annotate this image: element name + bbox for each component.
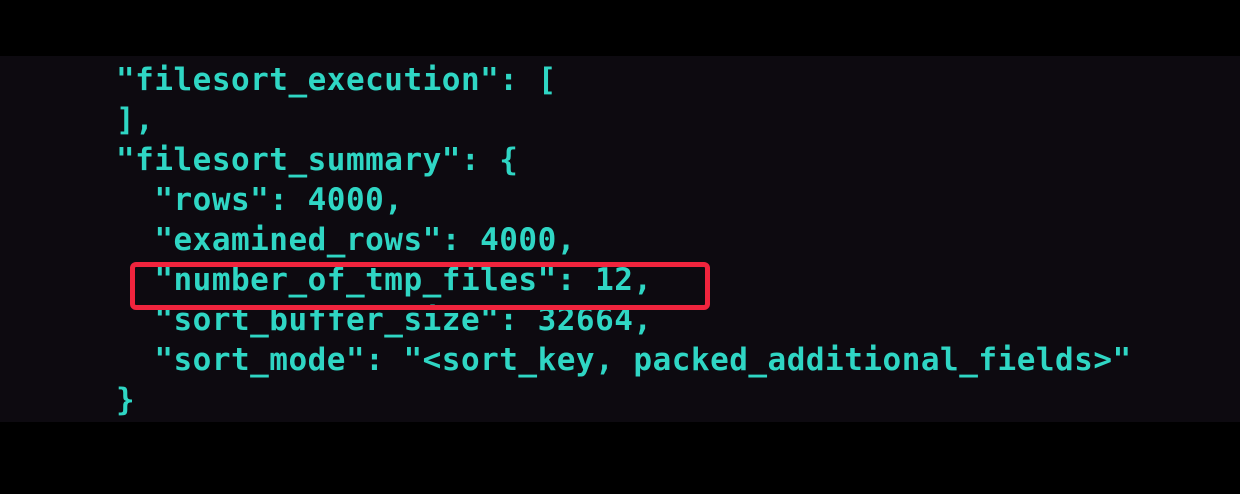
- code-line-filesort-execution: "filesort_execution": [: [116, 62, 557, 98]
- highlight-box: [130, 262, 710, 310]
- terminal-window: "filesort_execution": [ ], "filesort_sum…: [0, 56, 1240, 422]
- code-line-examined-rows: "examined_rows": 4000,: [116, 222, 576, 258]
- code-line-close-brace: }: [116, 382, 136, 418]
- code-line-filesort-summary: "filesort_summary": {: [116, 142, 519, 178]
- code-line-close-bracket: ],: [116, 102, 155, 138]
- screenshot: "filesort_execution": [ ], "filesort_sum…: [0, 0, 1240, 494]
- code-line-sort-mode: "sort_mode": "<sort_key, packed_addition…: [116, 342, 1132, 378]
- code-line-rows: "rows": 4000,: [116, 182, 404, 218]
